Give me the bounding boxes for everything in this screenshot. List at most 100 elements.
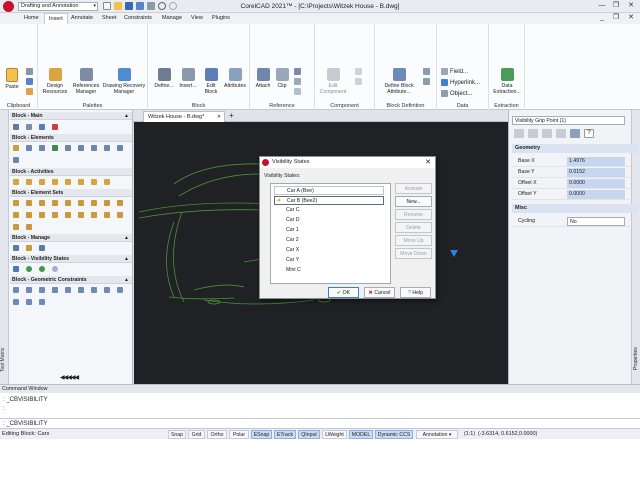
toggle-etrack[interactable]: ETrack <box>274 430 296 439</box>
element-set-tool-icon[interactable] <box>39 200 45 206</box>
palette-section-block-manage[interactable]: Block - Manage ▲ <box>10 234 132 242</box>
palette-section-block-visibility-states[interactable]: Block - Visibility States ▲ <box>10 255 132 263</box>
activity-tool-icon[interactable] <box>104 179 110 185</box>
toggle-model[interactable]: MODEL <box>349 430 373 439</box>
hyperlink-button[interactable]: Hyperlink... <box>441 79 480 86</box>
list-item[interactable]: Car 2 <box>274 236 384 245</box>
edit-block-button[interactable]: Edit Block <box>200 68 222 95</box>
element-set-tool-icon[interactable] <box>65 212 71 218</box>
close-button[interactable]: ✕ <box>625 1 637 11</box>
tool-matrix-strip[interactable]: Tool Matrix <box>0 110 9 384</box>
palette-section-block-activities[interactable]: Block - Activities <box>10 168 132 176</box>
data-extraction-button[interactable]: Data Extraction... <box>491 68 523 95</box>
delete-button[interactable]: Delete <box>395 222 432 233</box>
palette-section-block-element-sets[interactable]: Block - Element Sets <box>10 189 132 197</box>
element-set-tool-icon[interactable] <box>52 200 58 206</box>
dialog-close-icon[interactable]: ✕ <box>425 157 431 168</box>
element-tool-icon[interactable] <box>52 145 58 151</box>
tab-plugins[interactable]: Plugins <box>208 13 234 24</box>
collapse-icon[interactable]: ▲ <box>124 276 129 284</box>
object-button[interactable]: Object... <box>441 90 472 97</box>
toggle-polar[interactable]: Polar <box>229 430 249 439</box>
activity-tool-icon[interactable] <box>65 179 71 185</box>
element-tool-icon[interactable] <box>39 145 45 151</box>
reference-frame-icon[interactable] <box>294 78 301 85</box>
close-tab-icon[interactable]: ✕ <box>217 112 221 122</box>
property-row-offset-y[interactable]: Offset Y 0.0000 <box>512 189 630 200</box>
match-properties-icon[interactable] <box>26 88 33 95</box>
constraint-tool-icon[interactable] <box>13 299 19 305</box>
toggle-esnap[interactable]: ESnap <box>251 430 272 439</box>
clip-button[interactable]: Clip <box>273 68 291 89</box>
manage-tool-3-icon[interactable] <box>39 245 45 251</box>
element-tool-icon[interactable] <box>26 145 32 151</box>
tab-annotate[interactable]: Annotate <box>67 13 97 24</box>
attach-button[interactable]: Attach <box>253 68 273 89</box>
block-main-tool-1-icon[interactable] <box>13 124 19 130</box>
element-tool-icon[interactable] <box>78 145 84 151</box>
element-set-tool-icon[interactable] <box>78 212 84 218</box>
annotation-scale-select[interactable]: Annotation ▾ <box>416 430 458 439</box>
palette-section-block-geometric-constraints[interactable]: Block - Geometric Constraints ▲ <box>10 276 132 284</box>
drawing-recovery-manager-button[interactable]: Drawing Recovery Manager <box>101 68 147 95</box>
property-row-base-x[interactable]: Base X 1.4976 <box>512 156 630 167</box>
collapse-icon[interactable]: ▲ <box>124 234 129 242</box>
define-block-attribute-button[interactable]: Define Block Attribute... <box>379 68 419 95</box>
block-main-tool-2-icon[interactable] <box>26 124 32 130</box>
constraint-tool-icon[interactable] <box>104 287 110 293</box>
block-main-tool-3-icon[interactable] <box>39 124 45 130</box>
element-set-tool-icon[interactable] <box>26 224 32 230</box>
attribute-tool-2-icon[interactable] <box>423 78 430 85</box>
toggle-lweight[interactable]: LWeight <box>322 430 347 439</box>
property-row-cycling[interactable]: Cycling No <box>512 216 630 227</box>
list-item[interactable]: Car A (Bee) <box>274 186 384 195</box>
filter-icon[interactable] <box>556 129 566 138</box>
activity-tool-icon[interactable] <box>91 179 97 185</box>
activity-tool-icon[interactable] <box>78 179 84 185</box>
list-item[interactable]: Car D <box>274 216 384 225</box>
cancel-button[interactable]: ✖ Cancel <box>364 287 395 298</box>
activity-tool-icon[interactable] <box>13 179 19 185</box>
element-set-tool-icon[interactable] <box>26 200 32 206</box>
geometry-section[interactable]: Geometry <box>512 144 638 153</box>
element-set-tool-icon[interactable] <box>26 212 32 218</box>
manage-tool-2-icon[interactable] <box>26 245 32 251</box>
palette-pager[interactable]: ◀◀◀◀◀ <box>60 374 79 381</box>
element-set-tool-icon[interactable] <box>52 212 58 218</box>
restore-button[interactable]: ❐ <box>610 1 622 11</box>
copy-icon[interactable] <box>26 78 33 85</box>
edit-component-button[interactable]: Edit Component <box>318 68 348 95</box>
tab-insert[interactable]: Insert <box>44 13 68 24</box>
constraint-tool-icon[interactable] <box>26 287 32 293</box>
toggle-qinput[interactable]: QInput <box>298 430 320 439</box>
element-tool-icon[interactable] <box>104 145 110 151</box>
doc-minimize-button[interactable]: _ <box>596 13 608 23</box>
palette-section-block-main[interactable]: Block - Main ▲ <box>10 112 132 120</box>
visibility-mode-icon[interactable] <box>52 266 58 272</box>
manage-tool-1-icon[interactable] <box>13 245 19 251</box>
document-tab-witzek-house[interactable]: Witzek House - B.dwg* ✕ <box>143 111 225 122</box>
element-tool-icon[interactable] <box>65 145 71 151</box>
misc-section[interactable]: Misc <box>512 204 638 213</box>
property-row-base-y[interactable]: Base Y 0.0152 <box>512 167 630 178</box>
element-set-tool-icon[interactable] <box>13 200 19 206</box>
constraint-tool-icon[interactable] <box>13 287 19 293</box>
list-item[interactable]: Mini C <box>274 266 384 275</box>
constraint-tool-icon[interactable] <box>26 299 32 305</box>
tab-manage[interactable]: Manage <box>158 13 186 24</box>
activity-tool-icon[interactable] <box>39 179 45 185</box>
element-set-tool-icon[interactable] <box>104 212 110 218</box>
paste-button[interactable]: Paste <box>3 68 21 90</box>
references-manager-button[interactable]: References Manager <box>71 68 101 95</box>
constraint-tool-icon[interactable] <box>39 287 45 293</box>
element-tool-icon[interactable] <box>13 157 19 163</box>
attributes-button[interactable]: Attributes <box>222 68 248 89</box>
close-block-editor-icon[interactable] <box>52 124 58 130</box>
activate-button[interactable]: Activate <box>395 183 432 194</box>
tab-sheet[interactable]: Sheet <box>98 13 120 24</box>
activity-tool-icon[interactable] <box>26 179 32 185</box>
collapse-icon[interactable]: ▲ <box>124 255 129 263</box>
toggle-pickadd-icon[interactable] <box>514 129 524 138</box>
list-item[interactable]: Car Y <box>274 256 384 265</box>
field-button[interactable]: Field... <box>441 68 468 75</box>
